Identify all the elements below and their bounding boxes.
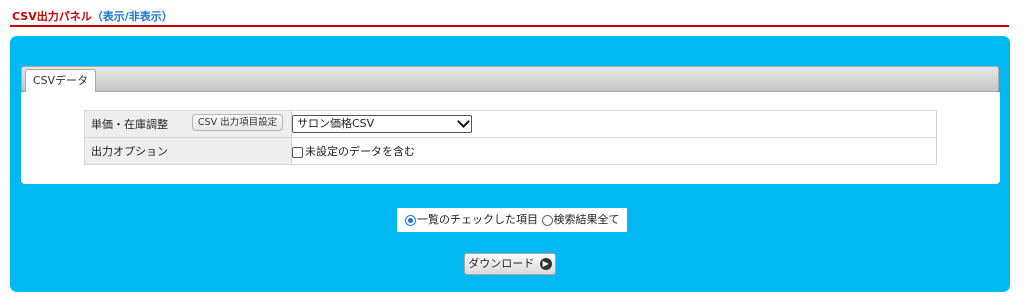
arrow-right-circle-icon: ▶ [539,258,552,270]
chevron-down-icon [457,115,470,128]
scope-checked-items-label[interactable]: 一覧のチェックした項目 [417,213,538,226]
download-label: ダウンロード [468,257,535,270]
label-cell: 出力オプション [84,137,292,165]
scope-radio-all-results[interactable] [541,214,553,226]
panel-title: CSV出力パネル [12,10,92,23]
tab-csv-data[interactable]: CSVデータ [25,69,96,93]
toggle-paren-close: ） [161,10,173,23]
label-cell: 単価・在庫調整 CSV 出力項目設定 [84,110,292,138]
scope-radio-checked-items[interactable] [405,214,416,226]
header-divider [10,25,1009,27]
price-stock-label: 単価・在庫調整 [91,118,168,131]
tab-strip [21,66,999,92]
csv-type-select[interactable]: サロン価格CSV [292,115,472,133]
settings-row-output-option: 出力オプション 未設定のデータを含む [84,137,937,165]
value-cell: サロン価格CSV [291,110,937,138]
panel-header: CSV出力パネル（表示/非表示） [12,8,173,23]
toggle-visibility-link[interactable]: 表示/非表示 [103,10,162,23]
scope-radio-group: 一覧のチェックした項目 検索結果全て [397,208,627,232]
csv-type-select-value: サロン価格CSV [297,117,375,130]
scope-all-results-label[interactable]: 検索結果全て [554,213,620,226]
settings-table: 単価・在庫調整 CSV 出力項目設定 サロン価格CSV 出力オプション 未設定の… [84,110,937,165]
include-unset-label[interactable]: 未設定のデータを含む [305,145,415,158]
toggle-paren-open: （ [91,10,103,23]
include-unset-checkbox[interactable] [292,146,303,158]
output-option-label: 出力オプション [91,145,168,158]
value-cell: 未設定のデータを含む [291,137,937,165]
csv-field-settings-button[interactable]: CSV 出力項目設定 [192,114,283,131]
settings-row-price-stock: 単価・在庫調整 CSV 出力項目設定 サロン価格CSV [84,110,937,138]
download-button[interactable]: ダウンロード ▶ [464,253,556,275]
